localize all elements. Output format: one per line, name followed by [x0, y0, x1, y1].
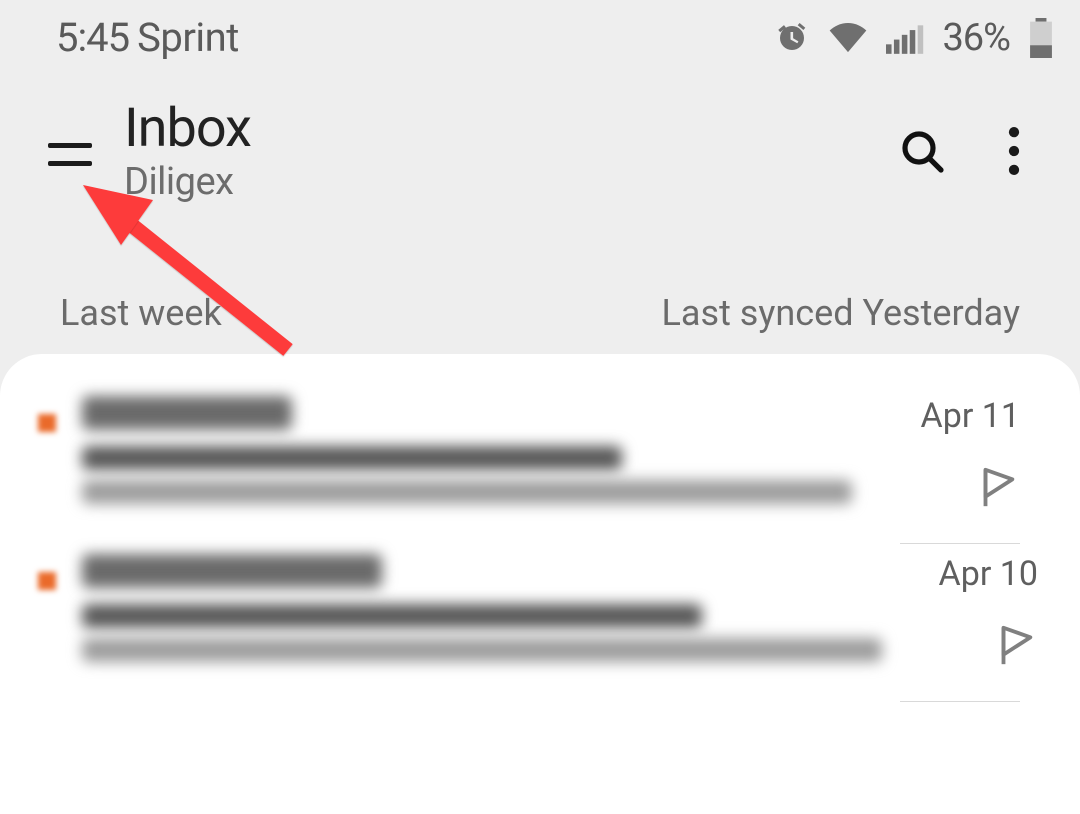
status-carrier: Sprint — [137, 14, 239, 61]
message-list-card: Apr 11 Apr 10 — [0, 354, 1080, 814]
wifi-icon — [828, 21, 868, 55]
status-right: 36% — [774, 16, 1054, 60]
battery-icon — [1028, 18, 1054, 58]
message-meta: Apr 10 — [908, 554, 1038, 668]
status-left: 5:45 Sprint — [56, 14, 239, 61]
status-bar: 5:45 Sprint 36% — [0, 0, 1080, 69]
section-header-row: Last week Last synced Yesterday — [0, 292, 1080, 334]
account-name: Diligex — [124, 160, 896, 204]
hamburger-menu-icon[interactable] — [48, 129, 98, 179]
annotation-arrow — [78, 180, 318, 380]
status-time: 5:45 — [56, 14, 129, 61]
search-icon[interactable] — [896, 125, 948, 177]
alarm-icon — [774, 20, 810, 56]
app-bar-actions — [896, 125, 1040, 177]
message-preview — [82, 554, 882, 672]
app-bar: Inbox Diligex — [0, 69, 1080, 204]
title-column: Inbox Diligex — [124, 101, 896, 204]
list-item[interactable]: Apr 11 — [0, 386, 1080, 544]
last-synced-label: Last synced Yesterday — [662, 292, 1020, 334]
more-icon[interactable] — [988, 125, 1040, 177]
message-date: Apr 10 — [939, 554, 1038, 594]
flag-icon[interactable] — [992, 622, 1038, 668]
unread-indicator-icon — [38, 572, 56, 590]
message-meta: Apr 11 — [890, 396, 1020, 510]
section-label: Last week — [60, 292, 222, 334]
message-preview — [82, 396, 864, 514]
divider — [900, 701, 1020, 702]
page-title: Inbox — [124, 101, 896, 158]
signal-icon — [886, 22, 924, 54]
battery-percentage: 36% — [942, 16, 1010, 60]
unread-indicator-icon — [38, 414, 56, 432]
list-item[interactable]: Apr 10 — [0, 544, 1080, 702]
flag-icon[interactable] — [974, 464, 1020, 510]
message-date: Apr 11 — [921, 396, 1020, 436]
